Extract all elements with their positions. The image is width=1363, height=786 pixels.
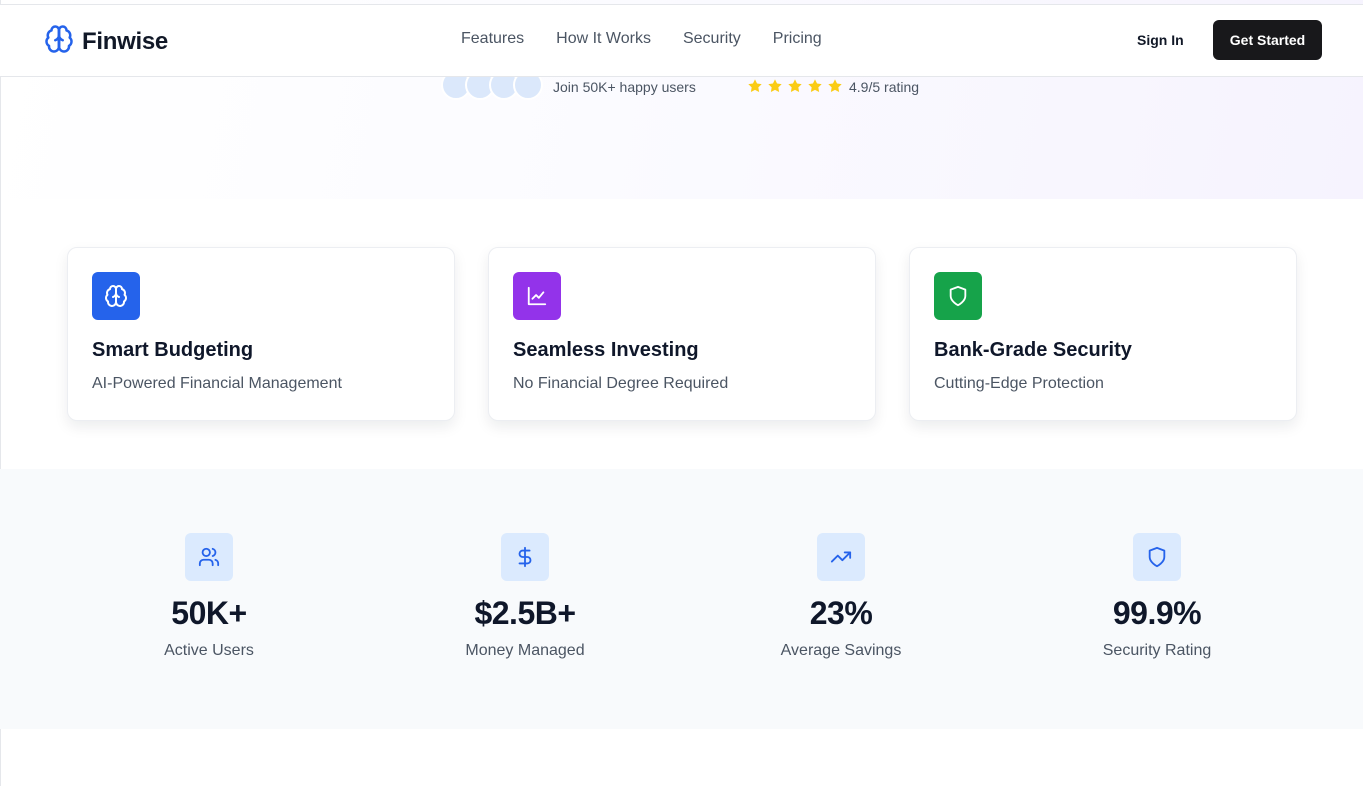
nav-link-features[interactable]: Features [461, 30, 524, 48]
stat-value: 50K+ [171, 595, 247, 631]
sign-in-link[interactable]: Sign In [1137, 32, 1184, 48]
rating-text: 4.9/5 rating [849, 79, 920, 95]
stat-security-rating: 99.9% Security Rating [1037, 533, 1277, 660]
shield-icon [1133, 533, 1181, 581]
nav-link-how-it-works[interactable]: How It Works [556, 30, 651, 48]
get-started-button[interactable]: Get Started [1213, 20, 1322, 60]
feature-title: Bank-Grade Security [934, 339, 1132, 361]
line-chart-icon [513, 272, 561, 320]
feature-subtitle: AI-Powered Financial Management [92, 375, 342, 392]
star-icon [808, 79, 822, 93]
stat-label: Money Managed [465, 642, 585, 659]
dollar-icon [501, 533, 549, 581]
stat-average-savings: 23% Average Savings [721, 533, 961, 660]
feature-card-smart-budgeting: Smart Budgeting AI-Powered Financial Man… [67, 247, 455, 421]
stat-value: 23% [809, 595, 873, 631]
brain-icon [44, 24, 74, 59]
stat-label: Active Users [164, 642, 254, 659]
star-icon [828, 79, 842, 93]
feature-subtitle: No Financial Degree Required [513, 375, 729, 392]
users-icon [185, 533, 233, 581]
nav-link-security[interactable]: Security [683, 30, 741, 48]
brand-logo[interactable]: Finwise [44, 24, 168, 59]
join-users-text: Join 50K+ happy users [553, 79, 696, 95]
star-icon [788, 79, 802, 93]
feature-subtitle: Cutting-Edge Protection [934, 375, 1104, 392]
stat-label: Security Rating [1102, 642, 1212, 659]
brain-icon [92, 272, 140, 320]
star-icon [768, 79, 782, 93]
stat-money-managed: $2.5B+ Money Managed [405, 533, 645, 660]
stat-label: Average Savings [780, 642, 902, 659]
feature-title: Seamless Investing [513, 339, 699, 361]
nav-links: Features How It Works Security Pricing [461, 30, 822, 48]
feature-title: Smart Budgeting [92, 339, 254, 361]
trending-up-icon [817, 533, 865, 581]
feature-card-bank-grade-security: Bank-Grade Security Cutting-Edge Protect… [909, 247, 1297, 421]
rating-stars [747, 78, 843, 94]
stat-value: 99.9% [1112, 595, 1202, 631]
top-navbar: Finwise Features How It Works Security P… [0, 4, 1363, 77]
stat-value: $2.5B+ [474, 595, 576, 631]
nav-link-pricing[interactable]: Pricing [773, 30, 822, 48]
brand-name: Finwise [82, 27, 168, 55]
feature-card-seamless-investing: Seamless Investing No Financial Degree R… [488, 247, 876, 421]
stat-active-users: 50K+ Active Users [89, 533, 329, 660]
shield-icon [934, 272, 982, 320]
star-icon [748, 79, 762, 93]
